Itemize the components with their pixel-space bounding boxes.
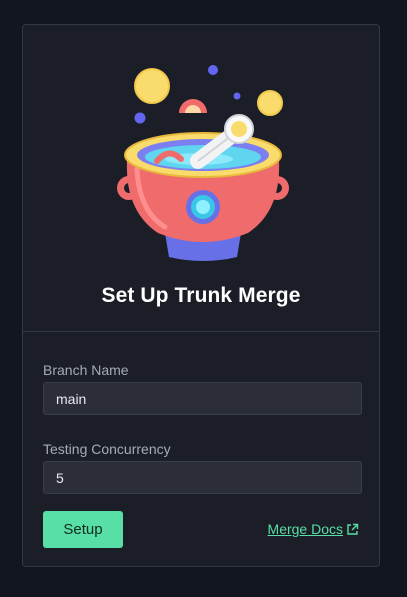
setup-card: Set Up Trunk Merge Branch Name Testing C…: [22, 24, 380, 567]
page-title: Set Up Trunk Merge: [101, 284, 301, 307]
setup-button[interactable]: Setup: [43, 511, 123, 548]
testing-concurrency-input[interactable]: [43, 461, 362, 494]
branch-name-label: Branch Name: [43, 362, 129, 378]
branch-name-input[interactable]: [43, 382, 362, 415]
external-link-icon: [347, 523, 359, 535]
merge-docs-link[interactable]: Merge Docs: [268, 521, 359, 537]
bubbling-cauldron-icon: [117, 65, 289, 261]
testing-concurrency-label: Testing Concurrency: [43, 441, 171, 457]
section-divider: [23, 331, 379, 332]
merge-docs-label: Merge Docs: [267, 521, 343, 537]
